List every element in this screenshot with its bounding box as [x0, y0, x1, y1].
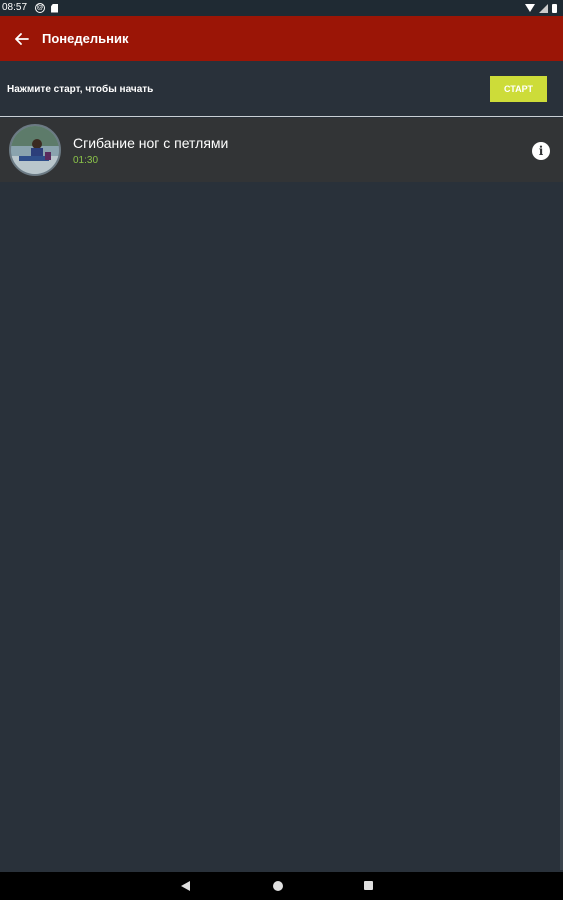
exercise-text: Сгибание ног с петлями 01:30 — [73, 135, 228, 166]
back-button[interactable] — [0, 16, 44, 61]
start-hint: Нажмите старт, чтобы начать — [7, 83, 154, 95]
status-time: 08:57 — [2, 2, 28, 13]
status-icons — [525, 3, 557, 13]
sd-card-icon — [51, 3, 59, 13]
nav-back-icon[interactable] — [181, 881, 191, 891]
exercise-thumbnail — [9, 124, 61, 176]
info-icon: i — [538, 144, 544, 158]
wifi-icon — [525, 4, 535, 12]
signal-icon — [539, 3, 548, 13]
navigation-bar — [0, 872, 563, 900]
list-item[interactable]: Сгибание ног с петлями 01:30 i — [0, 118, 563, 182]
divider — [0, 116, 563, 117]
start-row: Нажмите старт, чтобы начать СТАРТ — [0, 61, 563, 117]
battery-icon — [552, 3, 557, 13]
start-button[interactable]: СТАРТ — [490, 76, 547, 102]
exercise-duration: 01:30 — [73, 154, 99, 166]
arrow-left-icon — [15, 32, 29, 45]
nav-recents-icon[interactable] — [364, 881, 373, 890]
nav-home-icon[interactable] — [273, 881, 283, 891]
at-sign-icon: @ — [35, 3, 46, 13]
exercise-name: Сгибание ног с петлями — [73, 134, 229, 151]
page-title: Понедельник — [42, 31, 129, 46]
info-button[interactable]: i — [532, 142, 550, 160]
status-bar: 08:57 @ — [0, 0, 563, 16]
app-bar: Понедельник — [0, 16, 563, 61]
